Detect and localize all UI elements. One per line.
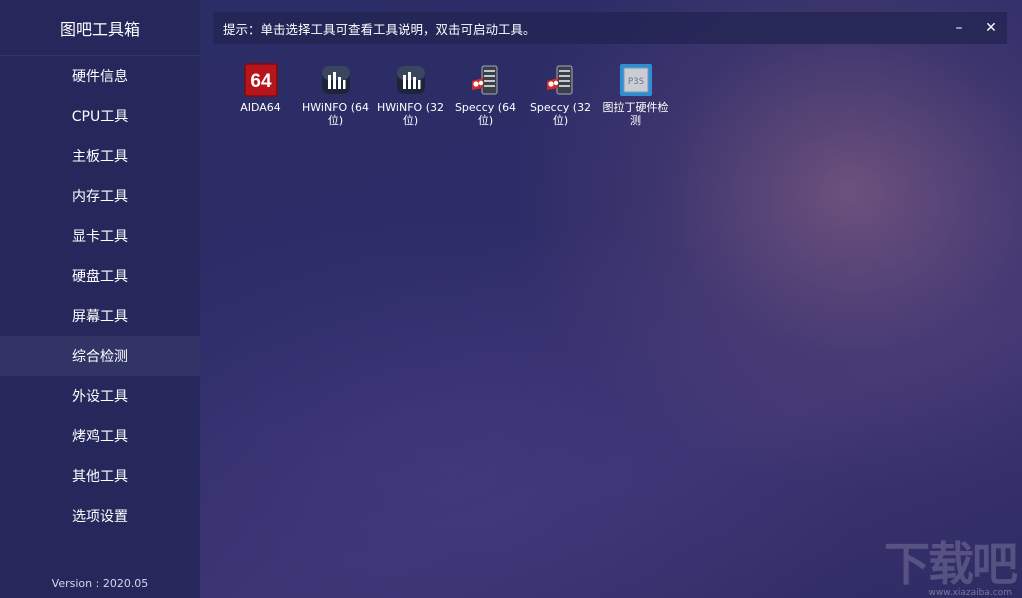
- speccy-icon: [469, 63, 503, 97]
- close-button[interactable]: ✕: [975, 12, 1007, 44]
- tool-label: AIDA64: [240, 101, 281, 114]
- sidebar-item-other-tools[interactable]: 其他工具: [0, 456, 200, 496]
- app-window: 图吧工具箱 硬件信息 CPU工具 主板工具 内存工具 显卡工具 硬盘工具 屏幕工…: [0, 0, 1022, 598]
- hint-bar: 提示：单击选择工具可查看工具说明，双击可启动工具。 – ✕: [213, 12, 1007, 44]
- sidebar-item-comprehensive-test[interactable]: 综合检测: [0, 336, 200, 376]
- hint-text: 提示：单击选择工具可查看工具说明，双击可启动工具。: [223, 21, 536, 37]
- sidebar-item-hardware-info[interactable]: 硬件信息: [0, 56, 200, 96]
- tool-aida64[interactable]: 64 AIDA64: [223, 63, 298, 127]
- tool-label: HWiNFO (64位): [302, 101, 369, 127]
- svg-text:P3S: P3S: [627, 77, 643, 87]
- sidebar-item-settings[interactable]: 选项设置: [0, 496, 200, 536]
- tool-label: 图拉丁硬件检测: [602, 101, 669, 127]
- tool-tulading[interactable]: P3S 图拉丁硬件检测: [598, 63, 673, 127]
- tool-label: HWiNFO (32位): [377, 101, 444, 127]
- tool-hwinfo-32[interactable]: HWiNFO (32位): [373, 63, 448, 127]
- tulading-icon: P3S: [619, 63, 653, 97]
- watermark-logo: 下载吧: [884, 537, 1018, 591]
- sidebar: 图吧工具箱 硬件信息 CPU工具 主板工具 内存工具 显卡工具 硬盘工具 屏幕工…: [0, 0, 200, 598]
- minimize-button[interactable]: –: [943, 12, 975, 44]
- aida64-icon: 64: [243, 63, 278, 97]
- app-title: 图吧工具箱: [0, 0, 200, 56]
- sidebar-item-screen-tools[interactable]: 屏幕工具: [0, 296, 200, 336]
- tool-speccy-32[interactable]: Speccy (32位): [523, 63, 598, 127]
- speccy-icon: [544, 63, 578, 97]
- hwinfo-icon: [319, 63, 353, 97]
- tool-label: Speccy (32位): [529, 101, 592, 127]
- sidebar-item-memory-tools[interactable]: 内存工具: [0, 176, 200, 216]
- hwinfo-icon: [394, 63, 428, 97]
- tool-hwinfo-64[interactable]: HWiNFO (64位): [298, 63, 373, 127]
- tool-grid: 64 AIDA64 HWiNFO (64位) HWiNFO (32位) Spec…: [223, 63, 673, 127]
- sidebar-item-gpu-tools[interactable]: 显卡工具: [0, 216, 200, 256]
- sidebar-item-peripheral-tools[interactable]: 外设工具: [0, 376, 200, 416]
- sidebar-item-motherboard-tools[interactable]: 主板工具: [0, 136, 200, 176]
- sidebar-item-stress-tools[interactable]: 烤鸡工具: [0, 416, 200, 456]
- sidebar-nav: 硬件信息 CPU工具 主板工具 内存工具 显卡工具 硬盘工具 屏幕工具 综合检测…: [0, 56, 200, 536]
- watermark-url: www.xiazaiba.com: [928, 588, 1012, 598]
- main-panel: 提示：单击选择工具可查看工具说明，双击可启动工具。 – ✕ 64 AIDA64: [200, 0, 1022, 598]
- tool-label: Speccy (64位): [454, 101, 517, 127]
- svg-text:64: 64: [250, 71, 272, 92]
- version-label: Version : 2020.05: [51, 577, 149, 590]
- sidebar-item-cpu-tools[interactable]: CPU工具: [0, 96, 200, 136]
- tool-speccy-64[interactable]: Speccy (64位): [448, 63, 523, 127]
- sidebar-item-disk-tools[interactable]: 硬盘工具: [0, 256, 200, 296]
